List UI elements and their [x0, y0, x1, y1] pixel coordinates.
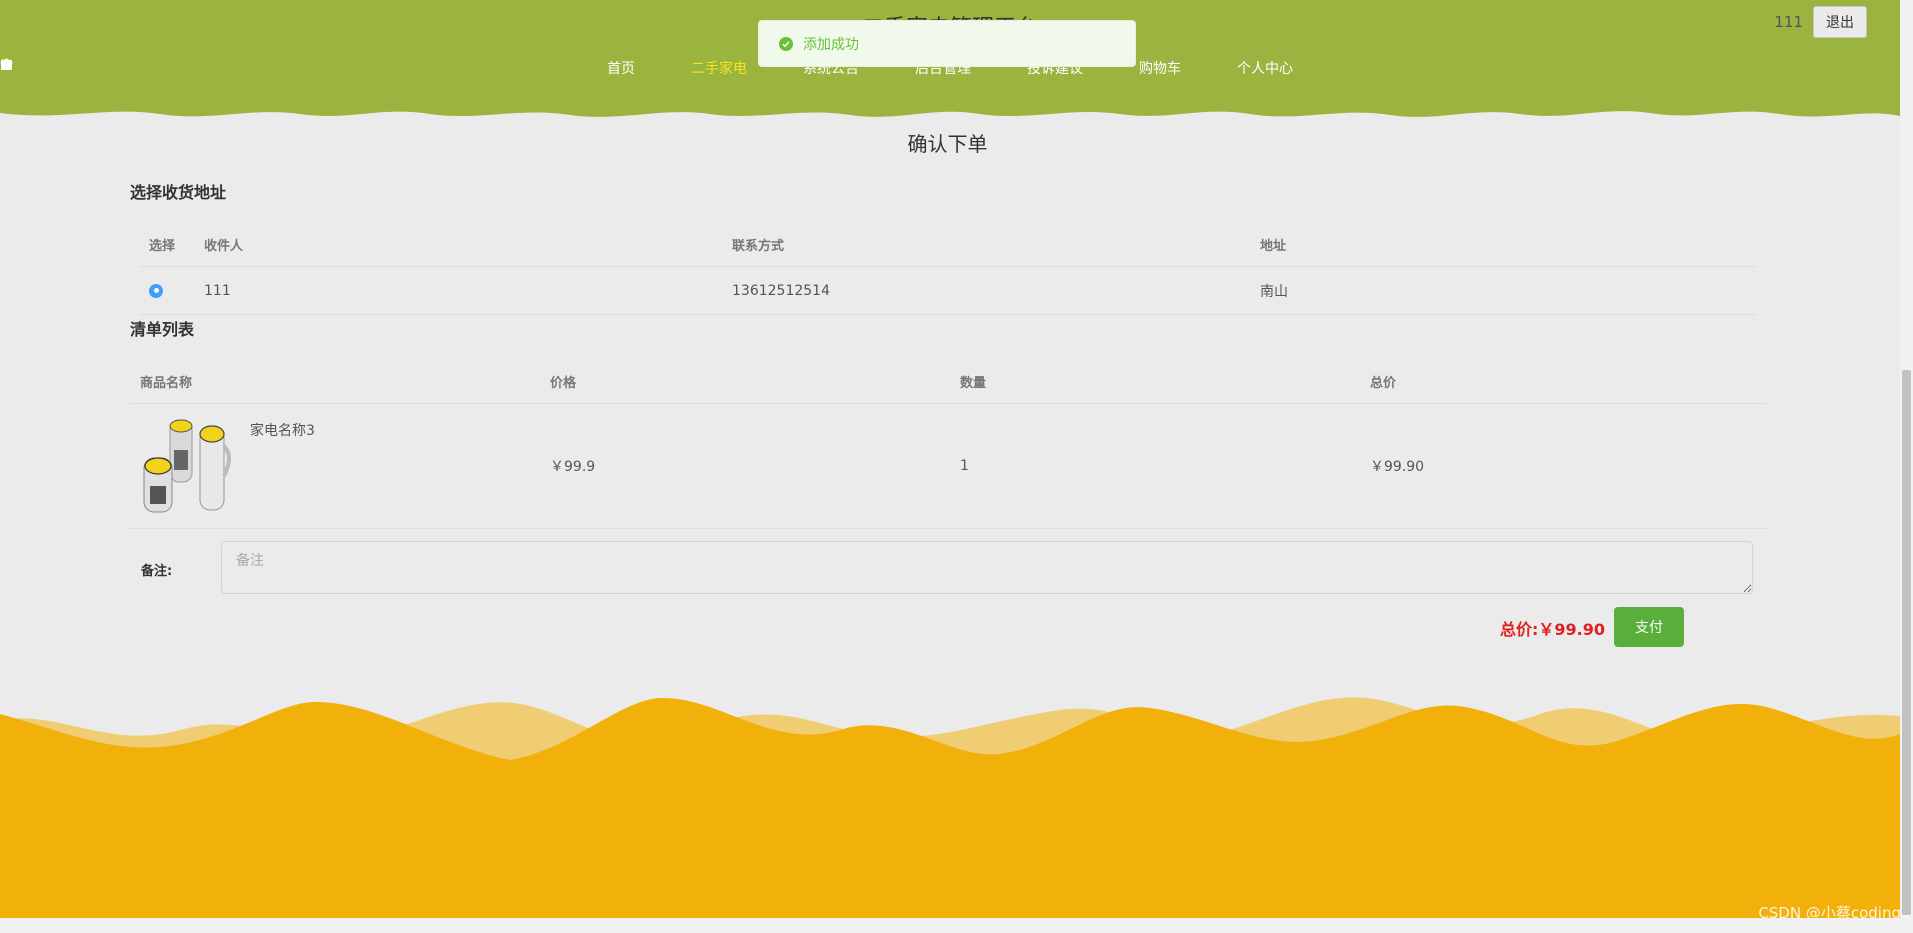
vertical-scrollbar[interactable] [1900, 0, 1913, 918]
quantity-cell: 1 [960, 458, 969, 474]
order-section-title: 清单列表 [130, 320, 195, 339]
col-header-phone: 联系方式 [732, 238, 785, 254]
user-area: 111 退出 [1774, 6, 1867, 38]
footer-wave-graphic [0, 697, 1900, 918]
table-row: 家电名称3 ￥99.9 1 ￥99.90 [130, 404, 1766, 529]
price-cell: ￥99.9 [550, 459, 596, 475]
username: 111 [1774, 13, 1803, 31]
page-title: 确认下单 [907, 132, 988, 156]
address-table: 选择 收件人 联系方式 地址 111 13612512514 南山 [140, 222, 1756, 315]
footer-wave-background [0, 690, 1900, 918]
col-header-address: 地址 [1260, 238, 1287, 254]
nav-label-cart: 购物车 [1139, 61, 1181, 77]
nav-item-home[interactable]: 首页 [0, 58, 663, 78]
address-cell: 南山 [1260, 283, 1288, 300]
col-header-price: 价格 [550, 375, 577, 391]
col-header-quantity: 数量 [960, 375, 987, 391]
pay-button[interactable]: 支付 [1614, 607, 1684, 647]
address-section-title: 选择收货地址 [130, 183, 227, 202]
table-row[interactable]: 111 13612512514 南山 [140, 267, 1756, 315]
col-header-receiver: 收件人 [204, 238, 244, 254]
col-header-select: 选择 [149, 238, 176, 254]
total-label: 总价: [1500, 620, 1539, 639]
col-header-product: 商品名称 [140, 375, 193, 391]
nav-label-appliances: 二手家电 [691, 61, 747, 77]
note-label: 备注: [141, 564, 173, 579]
logout-button[interactable]: 退出 [1813, 6, 1867, 38]
address-table-header: 选择 收件人 联系方式 地址 [140, 222, 1756, 267]
success-toast: 添加成功 [758, 20, 1136, 67]
total-value: ￥99.90 [1538, 620, 1606, 639]
order-table: 商品名称 价格 数量 总价 家电名称3 ￥99.9 1 ￥99.90 [130, 359, 1766, 529]
phone-cell: 13612512514 [732, 282, 830, 299]
nav-label-home: 首页 [607, 61, 635, 77]
address-radio[interactable] [149, 283, 163, 298]
col-header-total: 总价 [1370, 375, 1397, 391]
user-icon [1, 59, 12, 70]
nav-item-profile[interactable]: 个人中心 [1, 58, 1321, 78]
product-image[interactable] [140, 416, 238, 516]
bottom-strip [0, 918, 1913, 933]
nav-label-profile: 个人中心 [1237, 61, 1293, 77]
receiver-cell: 111 [204, 282, 231, 299]
scrollbar-thumb[interactable] [1902, 370, 1911, 915]
product-name: 家电名称3 [250, 423, 315, 439]
order-total: 总价: ￥99.90 [1500, 616, 1605, 640]
order-table-header: 商品名称 价格 数量 总价 [130, 359, 1766, 404]
total-cell: ￥99.90 [1370, 459, 1425, 475]
check-circle-icon [779, 36, 793, 51]
note-input[interactable] [221, 541, 1753, 594]
toast-message: 添加成功 [803, 36, 859, 53]
